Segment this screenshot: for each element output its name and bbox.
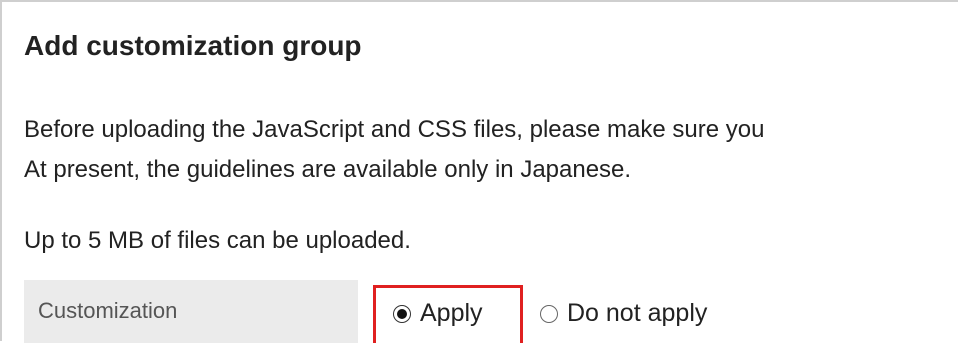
dialog-title: Add customization group (24, 30, 362, 61)
customization-label-cell: Customization (24, 280, 358, 343)
radio-unselected-icon[interactable] (540, 304, 558, 323)
dialog-frame: Add customization group Before uploading… (0, 0, 958, 343)
radio-apply-label: Apply (420, 299, 483, 327)
upload-notice-line-1: Before uploading the JavaScript and CSS … (24, 116, 765, 143)
radio-apply[interactable]: Apply (393, 299, 483, 328)
upload-notice-line-2: At present, the guidelines are available… (24, 156, 632, 183)
customization-label: Customization (38, 298, 178, 323)
radio-selected-icon[interactable] (393, 304, 411, 323)
radio-do-not-apply-label: Do not apply (567, 299, 708, 327)
upload-size-limit: Up to 5 MB of files can be uploaded. (24, 227, 411, 254)
radio-do-not-apply[interactable]: Do not apply (540, 299, 707, 328)
